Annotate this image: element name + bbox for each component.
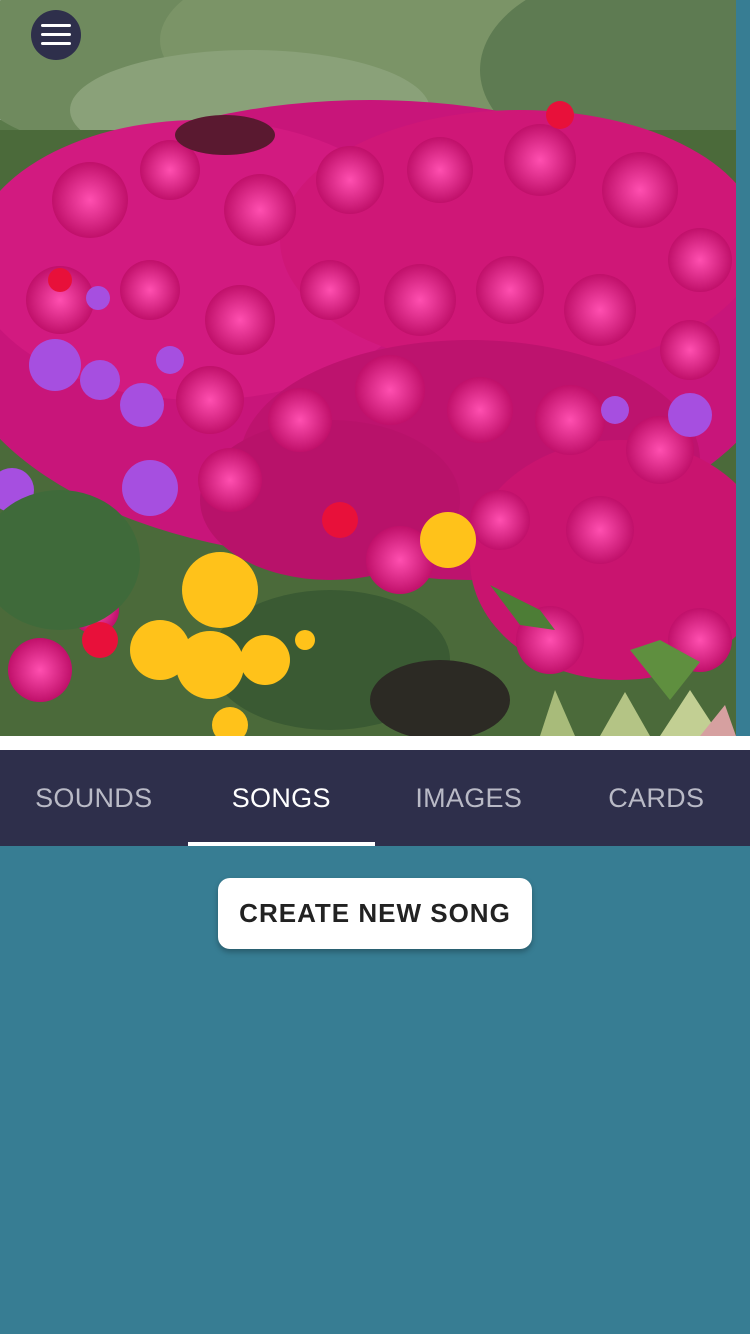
tab-sounds[interactable]: SOUNDS [0,750,188,846]
image-divider [0,736,750,750]
tab-cards[interactable]: CARDS [563,750,750,846]
tab-images[interactable]: IMAGES [375,750,563,846]
flower-photo [0,0,736,736]
hero-image [0,0,736,736]
hamburger-menu-icon [41,24,71,46]
app-screen: SOUNDS SONGS IMAGES CARDS CREATE NEW SON… [0,0,750,1334]
create-new-song-button[interactable]: CREATE NEW SONG [218,878,532,949]
tab-songs[interactable]: SONGS [187,750,376,846]
menu-button[interactable] [31,10,81,60]
tab-label: SONGS [231,782,331,813]
tab-label: IMAGES [415,782,523,813]
tab-label: SOUNDS [35,782,153,813]
tab-label: CARDS [608,782,705,813]
tab-bar: SOUNDS SONGS IMAGES CARDS [0,750,750,846]
